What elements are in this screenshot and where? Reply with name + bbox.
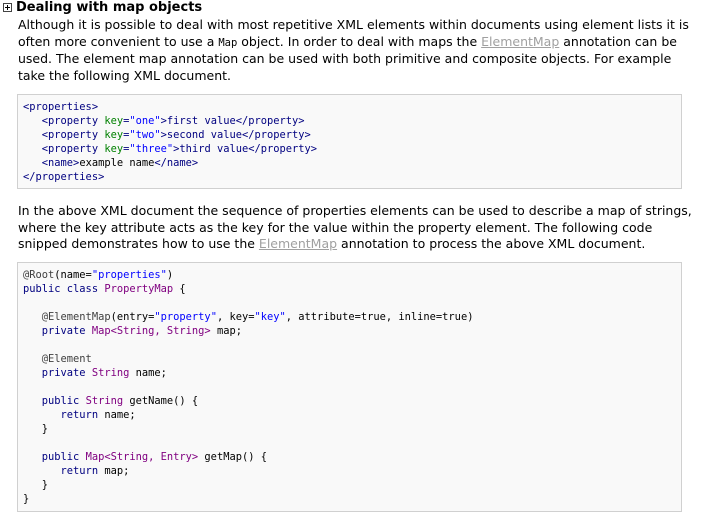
code-token: } [23,493,30,505]
code-token: name; [129,367,167,379]
code-token: (name= [54,269,92,281]
code-token: ) [166,269,174,281]
code-token: Map<String, String> [91,325,211,337]
code-token: public [23,395,86,407]
code-token: </name> [154,157,199,169]
intro-paragraph: Although it is possible to deal with mos… [18,17,693,84]
xml-code-line: <property key="one">first value</propert… [23,114,676,128]
code-token: private [23,325,92,337]
explanation-paragraph: In the above XML document the sequence o… [18,203,693,253]
code-token: PropertyMap [104,283,174,295]
code-token: "one" [129,115,161,127]
java-code-line: @Root(name="properties") [23,268,676,282]
code-token: (entry= [110,311,155,323]
java-code-line: return name; [23,408,676,422]
java-code-line: @ElementMap(entry="property", key="key",… [23,310,676,324]
code-token: String [85,395,124,407]
java-code-line: } [23,478,676,492]
explanation-text-2: annotation to process the above XML docu… [337,236,646,251]
xml-code-line: </properties> [23,170,676,184]
code-token: , key= [216,311,255,323]
code-token: @Element [23,353,92,365]
code-token: "property" [154,311,217,323]
code-token: map; [210,325,242,337]
code-token: <name> [23,157,80,169]
code-token: "key" [254,311,286,323]
expand-icon[interactable] [3,2,12,12]
xml-code-line: <name>example name</name> [23,156,676,170]
java-code-line: public String getName() { [23,394,676,408]
code-token: } [23,423,49,435]
java-code-line: @Element [23,352,676,366]
java-code-line: public class PropertyMap { [23,282,676,296]
elementmap-link[interactable]: ElementMap [481,34,559,49]
code-token: { [173,283,186,295]
code-token: getName() { [123,395,199,407]
code-token: return [23,409,105,421]
code-token: public class [23,283,105,295]
xml-code-line: <property key="three">third value</prope… [23,142,676,156]
code-token: name; [104,409,136,421]
xml-code-line: <property key="two">second value</proper… [23,128,676,142]
code-token: } [23,479,49,491]
code-token: Map<String, Entry> [85,451,199,463]
code-token: >second value</property> [160,129,311,141]
java-code-block: @Root(name="properties") public class Pro… [17,262,682,512]
code-token: @ElementMap [23,311,111,323]
code-token: <property [23,143,105,155]
code-token: "two" [129,129,161,141]
code-token: key [104,143,124,155]
java-code-line: public Map<String, Entry> getMap() { [23,450,676,464]
code-token: public [23,451,86,463]
java-code-line: private String name; [23,366,676,380]
code-token: , attribute=true, inline=true) [285,311,474,323]
code-token: key [104,115,124,127]
java-code-line: return map; [23,464,676,478]
section-title: Dealing with map objects [16,0,203,15]
java-code-line [23,296,676,310]
code-token: String [91,367,130,379]
elementmap-link-2[interactable]: ElementMap [259,236,337,251]
code-token: getMap() { [198,451,267,463]
intro-text-2: object. In order to deal with maps the [237,33,482,49]
java-code-line [23,338,676,352]
code-token: <properties> [23,101,99,113]
code-token: <property [23,115,105,127]
code-token: @Root [23,269,55,281]
section-heading: Dealing with map objects [3,0,203,15]
java-code-line [23,436,676,450]
inline-code-map: Map [218,36,238,49]
code-token: private [23,367,92,379]
code-token: return [23,465,105,477]
java-code-line: private Map<String, String> map; [23,324,676,338]
code-token: "properties" [91,269,167,281]
code-token: map; [104,465,130,477]
java-code-line: } [23,422,676,436]
code-token: key [104,129,124,141]
code-token: >third value</property> [173,143,318,155]
code-token: >first value</property> [160,115,305,127]
java-code-line [23,380,676,394]
code-token: example name [79,157,155,169]
code-token: "three" [129,143,174,155]
java-code-line: } [23,492,676,506]
code-token: <property [23,129,105,141]
code-token: </properties> [23,171,105,183]
xml-code-block: <properties> <property key="one">first v… [17,94,682,189]
xml-code-line: <properties> [23,100,676,114]
